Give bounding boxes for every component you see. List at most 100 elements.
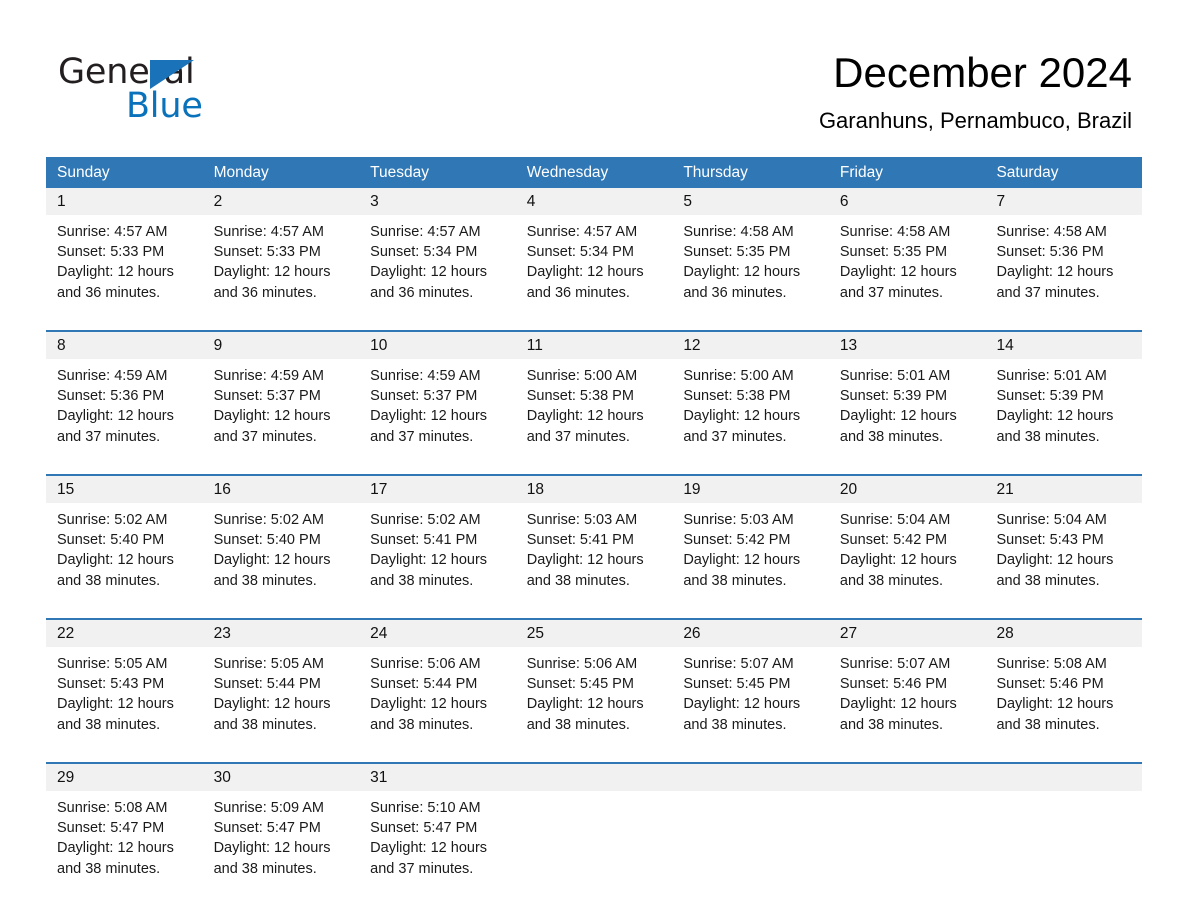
date-number-strip: 8 9 10 11 12 13 14 xyxy=(46,332,1142,359)
day-number[interactable]: 30 xyxy=(203,764,360,791)
day-cell[interactable]: Sunrise: 5:03 AM Sunset: 5:41 PM Dayligh… xyxy=(516,510,673,603)
sunset-text: Sunset: 5:41 PM xyxy=(370,532,478,549)
day-number[interactable]: 26 xyxy=(672,620,829,647)
day-number[interactable]: 19 xyxy=(672,476,829,503)
day-number[interactable]: 3 xyxy=(359,188,516,215)
day-number[interactable]: 10 xyxy=(359,332,516,359)
day-cell[interactable]: Sunrise: 5:07 AM Sunset: 5:45 PM Dayligh… xyxy=(672,654,829,747)
day-number[interactable]: 21 xyxy=(985,476,1142,503)
sunset-text: Sunset: 5:39 PM xyxy=(996,388,1104,405)
day-number[interactable]: 12 xyxy=(672,332,829,359)
day-cell[interactable]: Sunrise: 5:02 AM Sunset: 5:40 PM Dayligh… xyxy=(203,510,360,603)
daylight-text: Daylight: 12 hours and 38 minutes. xyxy=(683,696,801,733)
date-number-strip: 22 23 24 25 26 27 28 xyxy=(46,620,1142,647)
day-number[interactable]: 16 xyxy=(203,476,360,503)
day-number[interactable]: 13 xyxy=(829,332,986,359)
logo-triangle-icon xyxy=(150,60,194,89)
day-cell[interactable]: Sunrise: 4:57 AM Sunset: 5:33 PM Dayligh… xyxy=(203,222,360,315)
day-number[interactable]: 9 xyxy=(203,332,360,359)
day-cell[interactable]: Sunrise: 5:04 AM Sunset: 5:43 PM Dayligh… xyxy=(985,510,1142,603)
day-cell[interactable]: Sunrise: 5:02 AM Sunset: 5:40 PM Dayligh… xyxy=(46,510,203,603)
sunset-text: Sunset: 5:43 PM xyxy=(57,676,165,693)
day-cell[interactable]: Sunrise: 5:08 AM Sunset: 5:47 PM Dayligh… xyxy=(46,798,203,891)
day-number[interactable]: 24 xyxy=(359,620,516,647)
daylight-text: Daylight: 12 hours and 38 minutes. xyxy=(996,552,1114,589)
day-number[interactable]: 6 xyxy=(829,188,986,215)
weekday-header-saturday: Saturday xyxy=(996,164,1059,181)
day-number[interactable]: 14 xyxy=(985,332,1142,359)
weekday-header-wednesday: Wednesday xyxy=(526,164,609,181)
date-number-strip: 29 30 31 xyxy=(46,764,1142,791)
day-cell[interactable]: Sunrise: 4:59 AM Sunset: 5:36 PM Dayligh… xyxy=(46,366,203,459)
day-cell[interactable]: Sunrise: 5:05 AM Sunset: 5:43 PM Dayligh… xyxy=(46,654,203,747)
day-number[interactable]: 7 xyxy=(985,188,1142,215)
day-cell[interactable]: Sunrise: 5:00 AM Sunset: 5:38 PM Dayligh… xyxy=(516,366,673,459)
daylight-text: Daylight: 12 hours and 38 minutes. xyxy=(57,840,174,877)
sunrise-text: Sunrise: 4:59 AM xyxy=(213,368,324,384)
day-cell[interactable]: Sunrise: 5:01 AM Sunset: 5:39 PM Dayligh… xyxy=(985,366,1142,459)
day-number[interactable]: 25 xyxy=(516,620,673,647)
day-number[interactable]: 4 xyxy=(516,188,673,215)
weekday-header-row: Sunday Monday Tuesday Wednesday Thursday… xyxy=(46,157,1142,188)
day-number[interactable]: 15 xyxy=(46,476,203,503)
day-cell[interactable]: Sunrise: 5:10 AM Sunset: 5:47 PM Dayligh… xyxy=(359,798,516,891)
day-cell[interactable]: Sunrise: 5:04 AM Sunset: 5:42 PM Dayligh… xyxy=(829,510,986,603)
day-number[interactable]: 27 xyxy=(829,620,986,647)
sunset-text: Sunset: 5:36 PM xyxy=(57,388,165,405)
day-cell[interactable]: Sunrise: 4:57 AM Sunset: 5:33 PM Dayligh… xyxy=(46,222,203,315)
day-number[interactable]: 8 xyxy=(46,332,203,359)
sunset-text: Sunset: 5:42 PM xyxy=(683,532,791,549)
day-cell[interactable]: Sunrise: 5:06 AM Sunset: 5:44 PM Dayligh… xyxy=(359,654,516,747)
day-cell[interactable]: Sunrise: 4:58 AM Sunset: 5:36 PM Dayligh… xyxy=(985,222,1142,315)
day-number[interactable]: 1 xyxy=(46,188,203,215)
general-blue-logo[interactable]: General Blue xyxy=(58,52,318,130)
sunrise-text: Sunrise: 4:58 AM xyxy=(683,224,794,240)
day-number[interactable]: 11 xyxy=(516,332,673,359)
day-cell[interactable]: Sunrise: 5:01 AM Sunset: 5:39 PM Dayligh… xyxy=(829,366,986,459)
daylight-text: Daylight: 12 hours and 36 minutes. xyxy=(57,264,174,301)
day-number[interactable]: 2 xyxy=(203,188,360,215)
daylight-text: Daylight: 12 hours and 38 minutes. xyxy=(370,696,488,733)
day-cell[interactable]: Sunrise: 4:59 AM Sunset: 5:37 PM Dayligh… xyxy=(203,366,360,459)
daylight-text: Daylight: 12 hours and 38 minutes. xyxy=(839,552,957,589)
day-cell[interactable]: Sunrise: 4:59 AM Sunset: 5:37 PM Dayligh… xyxy=(359,366,516,459)
daylight-text: Daylight: 12 hours and 38 minutes. xyxy=(57,696,174,733)
day-cell[interactable]: Sunrise: 4:58 AM Sunset: 5:35 PM Dayligh… xyxy=(829,222,986,315)
sunrise-text: Sunrise: 5:00 AM xyxy=(526,368,638,384)
daylight-text: Daylight: 12 hours and 38 minutes. xyxy=(526,696,644,733)
day-number[interactable]: 22 xyxy=(46,620,203,647)
day-number[interactable]: 29 xyxy=(46,764,203,791)
day-cell[interactable]: Sunrise: 4:58 AM Sunset: 5:35 PM Dayligh… xyxy=(672,222,829,315)
day-cell[interactable]: Sunrise: 5:06 AM Sunset: 5:45 PM Dayligh… xyxy=(516,654,673,747)
daylight-text: Daylight: 12 hours and 38 minutes. xyxy=(996,696,1114,733)
day-cell[interactable]: Sunrise: 5:09 AM Sunset: 5:47 PM Dayligh… xyxy=(203,798,360,891)
day-cell[interactable]: Sunrise: 5:02 AM Sunset: 5:41 PM Dayligh… xyxy=(359,510,516,603)
day-cell[interactable]: Sunrise: 4:57 AM Sunset: 5:34 PM Dayligh… xyxy=(516,222,673,315)
daylight-text: Daylight: 12 hours and 36 minutes. xyxy=(526,264,644,301)
sunset-text: Sunset: 5:35 PM xyxy=(683,244,791,261)
day-cell[interactable]: Sunrise: 4:57 AM Sunset: 5:34 PM Dayligh… xyxy=(359,222,516,315)
daylight-text: Daylight: 12 hours and 38 minutes. xyxy=(57,552,174,589)
sunrise-text: Sunrise: 4:59 AM xyxy=(57,368,168,384)
week-row: 22 23 24 25 26 27 28 Sunrise: 5:05 AM Su… xyxy=(46,618,1142,747)
sunrise-text: Sunrise: 5:03 AM xyxy=(526,512,638,528)
day-cell[interactable]: Sunrise: 5:07 AM Sunset: 5:46 PM Dayligh… xyxy=(829,654,986,747)
day-cell[interactable]: Sunrise: 5:05 AM Sunset: 5:44 PM Dayligh… xyxy=(203,654,360,747)
day-cell[interactable]: Sunrise: 5:00 AM Sunset: 5:38 PM Dayligh… xyxy=(672,366,829,459)
day-number[interactable]: 31 xyxy=(359,764,516,791)
sunrise-text: Sunrise: 5:02 AM xyxy=(213,512,324,528)
week-row: 1 2 3 4 5 6 7 Sunrise: 4:57 AM Sunset: 5… xyxy=(46,188,1142,315)
day-number[interactable]: 18 xyxy=(516,476,673,503)
day-cell[interactable]: Sunrise: 5:08 AM Sunset: 5:46 PM Dayligh… xyxy=(985,654,1142,747)
day-number[interactable]: 28 xyxy=(985,620,1142,647)
day-number[interactable]: 5 xyxy=(672,188,829,215)
sunset-text: Sunset: 5:34 PM xyxy=(370,244,478,261)
sunrise-text: Sunrise: 5:04 AM xyxy=(839,512,951,528)
day-number[interactable]: 17 xyxy=(359,476,516,503)
page-header: General Blue December 2024 Garanhuns, Pe… xyxy=(0,0,1188,152)
day-number[interactable]: 20 xyxy=(829,476,986,503)
sunset-text: Sunset: 5:46 PM xyxy=(839,676,948,693)
day-number[interactable]: 23 xyxy=(203,620,360,647)
day-cell[interactable]: Sunrise: 5:03 AM Sunset: 5:42 PM Dayligh… xyxy=(672,510,829,603)
sunrise-text: Sunrise: 5:07 AM xyxy=(839,656,951,672)
